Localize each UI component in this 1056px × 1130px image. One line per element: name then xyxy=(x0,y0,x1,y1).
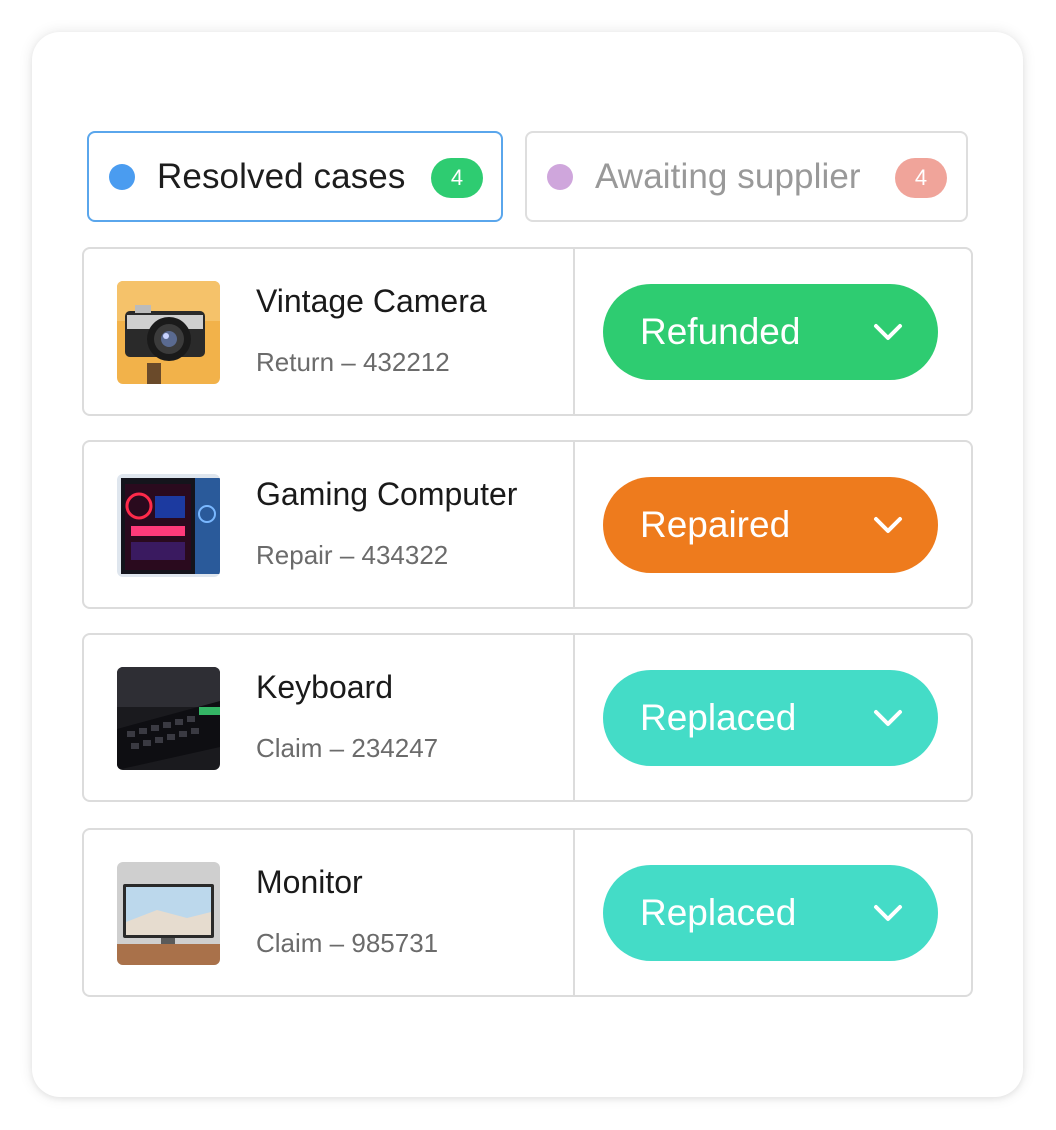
item-name: Keyboard xyxy=(256,669,393,705)
case-row: Keyboard Claim – 234247 Replaced xyxy=(82,633,973,802)
tab-resolved-cases[interactable]: Resolved cases 4 xyxy=(87,131,503,222)
chevron-down-icon xyxy=(874,324,902,340)
monitor-thumbnail xyxy=(117,862,220,965)
status-label: Refunded xyxy=(640,311,801,352)
row-divider xyxy=(573,249,575,414)
status-dropdown[interactable]: Refunded xyxy=(603,284,938,380)
cases-card: Resolved cases 4 Awaiting supplier 4 Vin… xyxy=(32,32,1023,1097)
item-name: Monitor xyxy=(256,864,363,900)
row-divider xyxy=(573,442,575,607)
chevron-down-icon xyxy=(874,710,902,726)
case-reference: Repair – 434322 xyxy=(256,540,449,570)
status-dropdown[interactable]: Repaired xyxy=(603,477,938,573)
status-dot-icon xyxy=(109,163,135,190)
count-badge: 4 xyxy=(895,158,947,198)
case-reference: Claim – 985731 xyxy=(256,928,439,958)
case-reference: Claim – 234247 xyxy=(256,733,439,763)
count-badge: 4 xyxy=(431,158,483,198)
status-dot-icon xyxy=(547,163,573,190)
status-label: Repaired xyxy=(640,504,791,545)
status-label: Replaced xyxy=(640,892,797,933)
gaming-computer-thumbnail xyxy=(117,474,220,577)
item-name: Gaming Computer xyxy=(256,476,518,512)
case-row: Vintage Camera Return – 432212 Refunded xyxy=(82,247,973,416)
tab-label: Awaiting supplier xyxy=(595,156,861,196)
vintage-camera-thumbnail xyxy=(117,281,220,384)
status-label: Replaced xyxy=(640,697,797,738)
keyboard-photo-icon xyxy=(117,667,220,770)
vintage-camera-photo-icon xyxy=(117,281,220,384)
status-dropdown[interactable]: Replaced xyxy=(603,865,938,961)
case-reference: Return – 432212 xyxy=(256,347,450,377)
gaming-computer-photo-icon xyxy=(117,474,220,577)
chevron-down-icon xyxy=(874,905,902,921)
tab-awaiting-supplier[interactable]: Awaiting supplier 4 xyxy=(525,131,968,222)
case-row: Gaming Computer Repair – 434322 Repaired xyxy=(82,440,973,609)
keyboard-thumbnail xyxy=(117,667,220,770)
monitor-photo-icon xyxy=(117,862,220,965)
status-dropdown[interactable]: Replaced xyxy=(603,670,938,766)
row-divider xyxy=(573,830,575,995)
row-divider xyxy=(573,635,575,800)
chevron-down-icon xyxy=(874,517,902,533)
item-name: Vintage Camera xyxy=(256,283,487,319)
tab-label: Resolved cases xyxy=(157,156,406,196)
case-row: Monitor Claim – 985731 Replaced xyxy=(82,828,973,997)
